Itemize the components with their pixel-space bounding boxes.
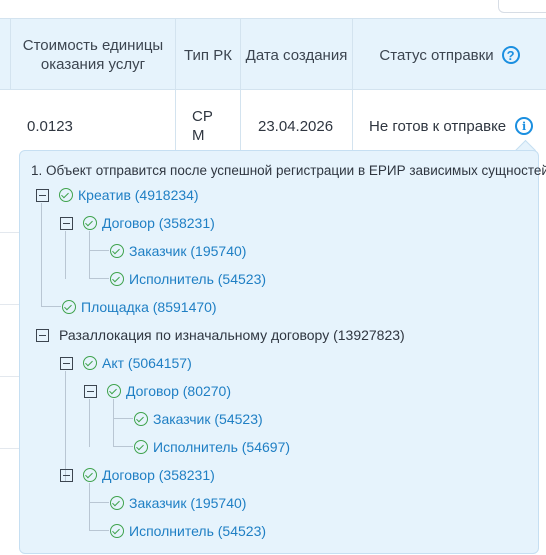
tree-node-customer[interactable]: Заказчик (195740) xyxy=(110,241,246,261)
tree-node-executor[interactable]: Исполнитель (54523) xyxy=(110,521,266,541)
tree-node-executor[interactable]: Исполнитель (54697) xyxy=(134,437,290,457)
check-circle-icon xyxy=(110,272,124,286)
tree-node-label[interactable]: Исполнитель (54523) xyxy=(129,523,266,539)
cell-cost-value: 0.0123 xyxy=(27,117,73,135)
tree-node-label[interactable]: Акт (5064157) xyxy=(102,355,192,371)
tree-line xyxy=(113,446,133,447)
question-circle-icon[interactable]: ? xyxy=(501,46,520,64)
tree-node-label[interactable]: Договор (80270) xyxy=(126,383,231,399)
check-circle-icon xyxy=(110,244,124,258)
minus-square-icon[interactable] xyxy=(60,468,73,482)
header-created[interactable]: Дата создания xyxy=(241,19,352,91)
header-created-label: Дата создания xyxy=(245,46,348,64)
cell-created-value: 23.04.2026 xyxy=(258,117,334,135)
tree-line xyxy=(89,278,109,279)
tree-line xyxy=(89,250,109,251)
tree-node-reallocation[interactable]: Разаллокация по изначальному договору (1… xyxy=(36,325,405,345)
check-circle-icon xyxy=(110,524,124,538)
tree-node-label[interactable]: Заказчик (195740) xyxy=(129,495,246,511)
header-cost[interactable]: Стоимость единицы оказания услуг xyxy=(10,19,176,91)
check-circle-icon xyxy=(83,468,97,482)
cell-status-value: Не готов к отправке xyxy=(369,117,507,135)
tree-line xyxy=(89,399,90,447)
tree-line xyxy=(41,306,61,307)
tree-line xyxy=(89,483,90,531)
row-divider xyxy=(0,232,20,233)
tree-node-contract[interactable]: Договор (358231) xyxy=(60,465,215,485)
toolbar-button[interactable] xyxy=(498,0,546,13)
header-rk-type[interactable]: Тип РК xyxy=(176,19,240,91)
minus-square-icon[interactable] xyxy=(36,188,49,202)
header-status[interactable]: Статус отправки ? xyxy=(353,19,546,91)
tree-node-label[interactable]: Договор (358231) xyxy=(102,215,215,231)
check-circle-icon xyxy=(107,384,121,398)
tree-node-executor[interactable]: Исполнитель (54523) xyxy=(110,269,266,289)
tree-node-label[interactable]: Креатив (4918234) xyxy=(78,187,199,203)
check-circle-icon xyxy=(83,356,97,370)
tree-node-act[interactable]: Акт (5064157) xyxy=(60,353,192,373)
check-circle-icon xyxy=(62,300,76,314)
tree-line xyxy=(41,203,42,307)
tree-node-customer[interactable]: Заказчик (195740) xyxy=(110,493,246,513)
tree-line xyxy=(89,231,90,279)
minus-square-icon[interactable] xyxy=(60,356,73,370)
row-divider xyxy=(0,448,20,449)
minus-square-icon[interactable] xyxy=(36,328,49,342)
tree-node-contract[interactable]: Договор (80270) xyxy=(84,381,231,401)
info-circle-icon[interactable]: i xyxy=(515,117,534,135)
tree-node-label: Разаллокация по изначальному договору (1… xyxy=(59,327,405,343)
tree-node-label[interactable]: Заказчик (54523) xyxy=(153,411,263,427)
tree-line xyxy=(89,502,109,503)
tree-node-creative[interactable]: Креатив (4918234) xyxy=(36,185,199,205)
tree-node-label[interactable]: Исполнитель (54697) xyxy=(153,439,290,455)
tree-node-platform[interactable]: Площадка (8591470) xyxy=(62,297,217,317)
tree-node-contract[interactable]: Договор (358231) xyxy=(60,213,215,233)
tree-line xyxy=(65,231,66,279)
minus-square-icon[interactable] xyxy=(60,216,73,230)
cell-rk-type-value: СРМ xyxy=(192,108,213,144)
popover-title: 1. Объект отправится после успешной реги… xyxy=(31,163,546,178)
column-divider xyxy=(10,18,11,90)
check-circle-icon xyxy=(134,412,148,426)
tree-node-label[interactable]: Исполнитель (54523) xyxy=(129,271,266,287)
row-divider xyxy=(0,376,20,377)
tree-line xyxy=(113,399,114,447)
header-status-label: Статус отправки xyxy=(379,46,494,64)
tree-node-label[interactable]: Договор (358231) xyxy=(102,467,215,483)
tree-node-label[interactable]: Заказчик (195740) xyxy=(129,243,246,259)
tree-line xyxy=(89,530,109,531)
table-header: Стоимость единицы оказания услуг Тип РК … xyxy=(0,18,546,90)
check-circle-icon xyxy=(83,216,97,230)
dependencies-popover: 1. Объект отправится после успешной реги… xyxy=(19,150,546,554)
tree-node-label[interactable]: Площадка (8591470) xyxy=(81,299,217,315)
top-toolbar xyxy=(0,0,546,18)
row-divider xyxy=(0,304,20,305)
check-circle-icon xyxy=(110,496,124,510)
tree-line xyxy=(113,418,133,419)
header-rk-type-label: Тип РК xyxy=(184,46,232,64)
check-circle-icon xyxy=(134,440,148,454)
header-cost-label: Стоимость единицы оказания услуг xyxy=(22,37,164,73)
tree-node-customer[interactable]: Заказчик (54523) xyxy=(134,409,263,429)
minus-square-icon[interactable] xyxy=(84,384,97,398)
check-circle-icon xyxy=(59,188,73,202)
